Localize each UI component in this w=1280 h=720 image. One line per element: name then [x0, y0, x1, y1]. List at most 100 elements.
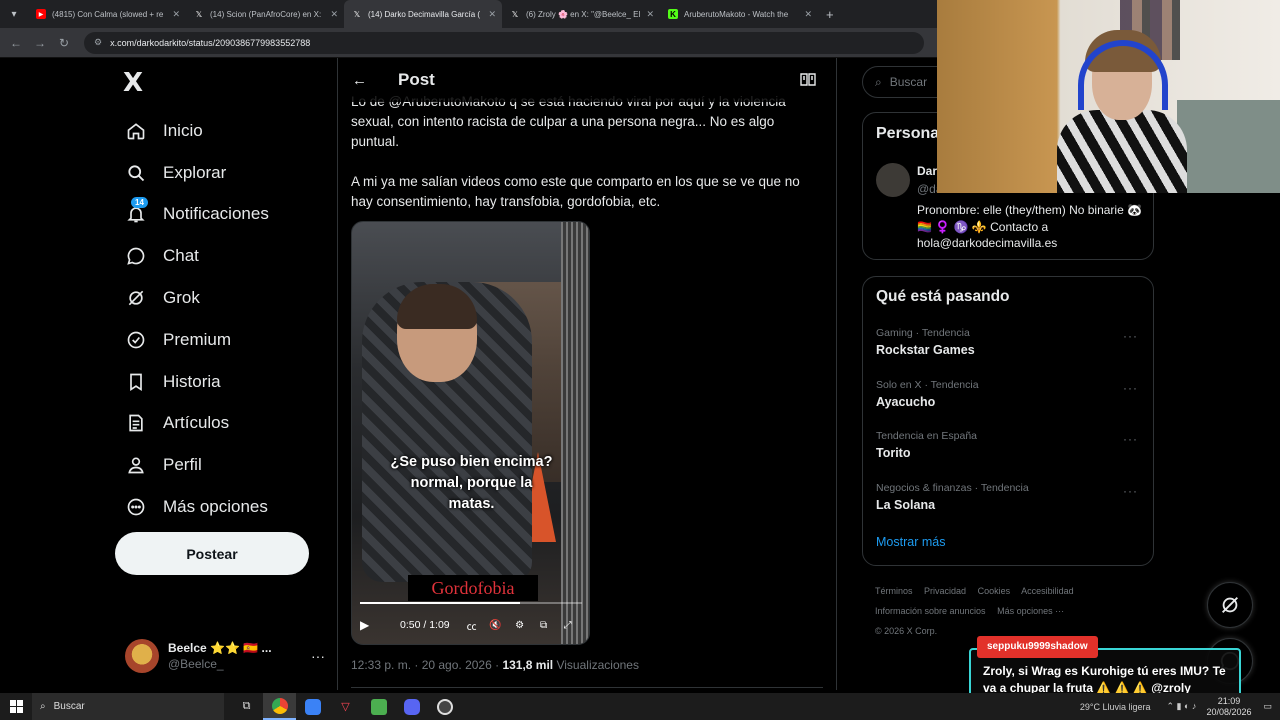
nav-item-notificaciones[interactable]: 14 Notificaciones — [115, 194, 269, 236]
reload-icon[interactable]: ↻ — [52, 36, 76, 50]
pip-icon[interactable]: ⧉ — [532, 620, 556, 631]
address-bar[interactable]: ⚙ x.com/darkodarkito/status/209038677998… — [84, 31, 924, 54]
nav-item-explorar[interactable]: Explorar — [115, 152, 269, 194]
mute-icon[interactable]: 🔇 — [484, 620, 508, 631]
account-name: Beelce ⭐⭐ 🇪🇸 ... — [168, 641, 272, 655]
browser-tab[interactable]: K AruberutoMakoto - Watch the ✕ — [660, 0, 818, 28]
more-icon[interactable]: ··· — [311, 648, 325, 664]
footer-link[interactable]: Más opciones ··· — [997, 606, 1064, 616]
site-info-icon[interactable]: ⚙ — [94, 37, 102, 48]
captions-icon[interactable]: ㏄ — [460, 618, 484, 633]
person-icon — [125, 454, 147, 476]
search-icon: ⌕ — [40, 701, 46, 712]
video-tagline: Gordofobia — [408, 575, 538, 601]
trend-item[interactable]: Solo en X · Tendencia Ayacucho ··· — [876, 379, 1146, 409]
post-meta: 12:33 p. m. · 20 ago. 2026 · 131,8 mil V… — [351, 658, 639, 672]
browser-tab[interactable]: 𝕏 (6) Zroly 🌸 en X: "@Beelce_ El ✕ — [502, 0, 660, 28]
main-navigation: Inicio Explorar 14 Notificaciones Chat G… — [115, 110, 269, 528]
chrome-icon[interactable] — [263, 693, 296, 720]
browser-tab-active[interactable]: 𝕏 (14) Darko Decimavilla García ( ✕ — [344, 0, 502, 28]
avatar — [125, 639, 159, 673]
close-tab-icon[interactable]: ✕ — [488, 9, 496, 20]
footer-links: Términos Privacidad Cookies Accesibilida… — [875, 581, 1155, 641]
avatar[interactable] — [876, 163, 910, 197]
close-tab-icon[interactable]: ✕ — [330, 9, 338, 20]
video-player[interactable]: ¿Se puso bien encima? normal, porque la … — [351, 221, 590, 645]
nav-item-historia[interactable]: Historia — [115, 361, 269, 403]
nav-item-chat[interactable]: Chat — [115, 235, 269, 277]
chat-icon — [125, 245, 147, 267]
fullscreen-icon[interactable]: ⤢ — [556, 620, 580, 631]
task-view-icon[interactable]: ⧉ — [230, 693, 263, 720]
obs-icon[interactable] — [428, 693, 461, 720]
play-icon[interactable]: ▶ — [360, 618, 374, 632]
grok-fab-button[interactable] — [1207, 582, 1253, 628]
trend-item[interactable]: Tendencia en España Torito ··· — [876, 430, 1146, 460]
video-progress-fill — [360, 602, 520, 604]
system-tray: 29°C Lluvia ligera ⌃ ▮ ◐ ♪ 21:09 20/08/2… — [1080, 693, 1280, 720]
nav-item-premium[interactable]: Premium — [115, 319, 269, 361]
notification-badge: 14 — [131, 197, 148, 209]
footer-link[interactable]: Privacidad — [924, 586, 966, 596]
x-logo[interactable]: X — [123, 68, 143, 98]
footer-link[interactable]: Cookies — [978, 586, 1011, 596]
nav-item-inicio[interactable]: Inicio — [115, 110, 269, 152]
articles-icon — [125, 412, 147, 434]
browser-tab[interactable]: 𝕏 (14) Scion (PanAfroCore) en X: ✕ — [186, 0, 344, 28]
column-divider — [836, 58, 837, 690]
profile-name[interactable]: Dar — [917, 164, 937, 178]
nav-item-mas-opciones[interactable]: Más opciones — [115, 486, 269, 528]
valorant-icon[interactable]: ▽ — [329, 693, 362, 720]
video-subtitle: ¿Se puso bien encima? normal, porque la … — [390, 454, 553, 512]
new-tab-button[interactable]: + — [826, 7, 834, 22]
app-icon[interactable] — [296, 693, 329, 720]
card-title: Persona — [876, 125, 940, 142]
webcam-overlay — [937, 0, 1280, 193]
windows-start-icon[interactable] — [0, 693, 32, 720]
divider — [351, 687, 823, 688]
taskbar: ⌕ Buscar ⧉ ▽ 29°C Lluvia ligera ⌃ ▮ ◐ ♪ … — [0, 693, 1280, 720]
footer-link[interactable]: Información sobre anuncios — [875, 606, 986, 616]
account-switcher[interactable]: Beelce ⭐⭐ 🇪🇸 ... @Beelce_ ··· — [125, 638, 325, 674]
back-arrow-icon[interactable]: ← — [352, 72, 372, 89]
notifications-icon[interactable]: ▭ — [1263, 701, 1272, 712]
reader-mode-icon[interactable] — [800, 73, 816, 86]
clock[interactable]: 21:09 20/08/2026 — [1206, 696, 1251, 718]
back-arrow-icon[interactable]: ← — [4, 36, 28, 50]
close-tab-icon[interactable]: ✕ — [804, 9, 812, 20]
tray-icons[interactable]: ⌃ ▮ ◐ ♪ — [1167, 701, 1197, 712]
close-tab-icon[interactable]: ✕ — [172, 9, 180, 20]
nav-item-perfil[interactable]: Perfil — [115, 444, 269, 486]
nav-item-grok[interactable]: Grok — [115, 277, 269, 319]
kick-icon: K — [668, 9, 678, 19]
bookmark-icon — [125, 371, 147, 393]
copyright: © 2026 X Corp. — [875, 626, 938, 636]
tab-search-icon[interactable]: ▾ — [0, 0, 28, 28]
post-timestamp[interactable]: 12:33 p. m. · 20 ago. 2026 · — [351, 658, 502, 672]
footer-link[interactable]: Términos — [875, 586, 913, 596]
grok-icon — [125, 287, 147, 309]
more-icon[interactable]: ··· — [1123, 329, 1138, 343]
trend-item[interactable]: Negocios & finanzas · Tendencia La Solan… — [876, 482, 1146, 512]
more-icon[interactable]: ··· — [1123, 484, 1138, 498]
taskbar-search[interactable]: ⌕ Buscar — [32, 693, 224, 720]
weather-widget[interactable]: 29°C Lluvia ligera — [1080, 702, 1151, 712]
close-tab-icon[interactable]: ✕ — [646, 9, 654, 20]
more-icon[interactable]: ··· — [1123, 381, 1138, 395]
video-progress-bar[interactable] — [360, 602, 582, 604]
post-header: ← Post — [338, 58, 836, 102]
left-sidebar: X Inicio Explorar 14 Notificaciones Chat… — [115, 58, 335, 690]
profile-bio: Pronombre: elle (they/them) No binarie 🐼… — [917, 203, 1143, 250]
discord-icon[interactable] — [395, 693, 428, 720]
trend-item[interactable]: Gaming · Tendencia Rockstar Games ··· — [876, 327, 1146, 357]
settings-gear-icon[interactable]: ⚙ — [508, 620, 532, 631]
forward-arrow-icon[interactable]: → — [28, 36, 52, 50]
x-icon: 𝕏 — [353, 9, 361, 19]
browser-tab[interactable]: ▶ (4815) Con Calma (slowed + re ✕ — [28, 0, 186, 28]
post-button[interactable]: Postear — [115, 532, 309, 575]
show-more-link[interactable]: Mostrar más — [876, 535, 945, 549]
footer-link[interactable]: Accesibilidad — [1021, 586, 1074, 596]
nav-item-articulos[interactable]: Artículos — [115, 403, 269, 445]
more-icon[interactable]: ··· — [1123, 432, 1138, 446]
app-icon[interactable] — [362, 693, 395, 720]
